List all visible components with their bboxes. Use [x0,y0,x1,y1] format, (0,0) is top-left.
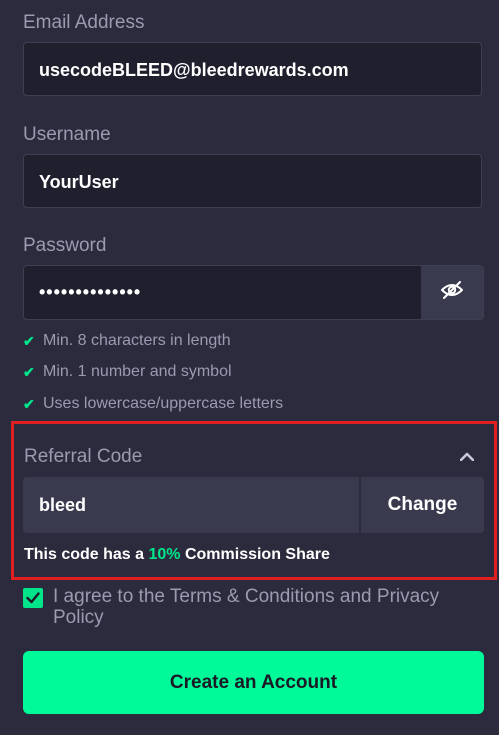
commission-suffix: Commission Share [180,546,330,563]
referral-code-value[interactable]: bleed [39,477,86,533]
chevron-up-icon[interactable] [457,446,477,466]
password-rule-text: Min. 8 characters in length [43,332,231,349]
commission-prefix: This code has a [24,546,149,563]
commission-percent: 10% [148,546,181,563]
password-rule-length: ✔ Min. 8 characters in length [23,330,231,352]
referral-code-field[interactable]: bleed Change [23,477,484,533]
terms-text[interactable]: I agree to the Terms & Conditions and Pr… [53,586,483,628]
email-field[interactable]: usecodeBLEED@bleedrewards.com [23,42,482,96]
username-label: Username [23,124,111,145]
toggle-password-visibility-button[interactable] [421,266,483,319]
referral-code-section: Referral Code bleed Change This code has… [11,421,497,580]
password-rule-number-symbol: ✔ Min. 1 number and symbol [23,361,232,383]
password-rule-case: ✔ Uses lowercase/uppercase letters [23,393,283,415]
check-icon: ✔ [23,332,35,349]
password-field[interactable]: •••••••••••••• [23,265,484,320]
password-label: Password [23,235,107,256]
eye-off-icon[interactable] [440,281,464,304]
checkmark-icon [26,592,40,604]
create-account-button[interactable]: Create an Account [23,651,484,714]
check-icon: ✔ [23,395,35,412]
password-rule-text: Uses lowercase/uppercase letters [43,395,284,412]
username-field[interactable]: YourUser [23,154,482,208]
email-label: Email Address [23,12,145,33]
password-rule-text: Min. 1 number and symbol [43,363,232,380]
change-referral-button[interactable]: Change [359,477,484,533]
referral-code-label[interactable]: Referral Code [24,446,142,468]
password-value[interactable]: •••••••••••••• [39,266,141,319]
check-icon: ✔ [23,363,35,380]
terms-checkbox[interactable] [23,588,43,608]
commission-info: This code has a 10% Commission Share [24,546,330,564]
